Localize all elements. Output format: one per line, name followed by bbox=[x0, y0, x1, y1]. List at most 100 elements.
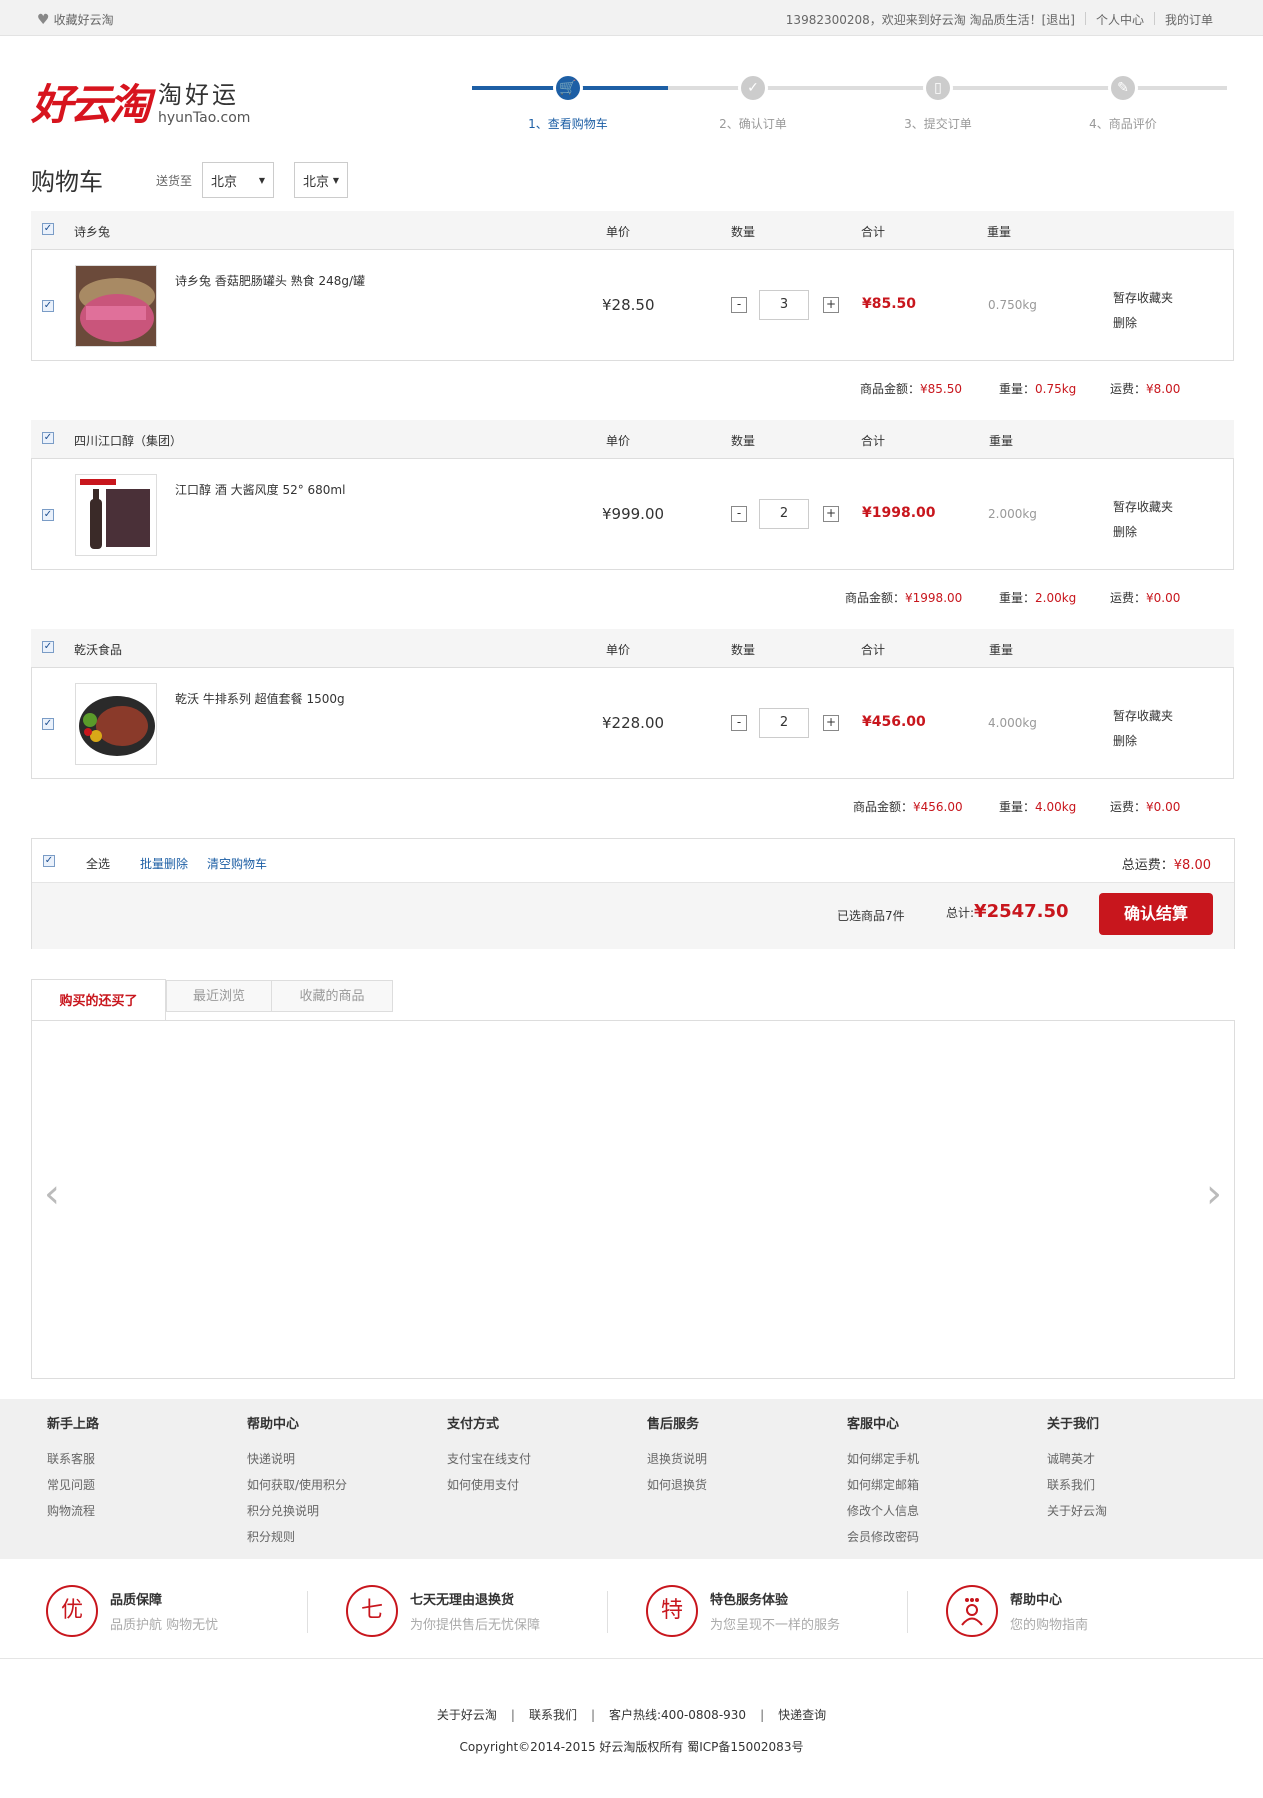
increment-button[interactable]: + bbox=[823, 715, 839, 731]
favorite-link[interactable]: ♥ 收藏好云淘 bbox=[37, 11, 114, 28]
shop-checkbox[interactable]: ✓ bbox=[42, 641, 54, 653]
orders-link[interactable]: 我的订单 bbox=[1155, 11, 1223, 28]
footer-link[interactable]: 快递查询 bbox=[778, 1708, 826, 1722]
help-link[interactable]: 快递说明 bbox=[247, 1446, 347, 1472]
help-column: 帮助中心 快递说明 如何获取/使用积分 积分兑换说明 积分规则 bbox=[247, 1413, 347, 1550]
decrement-button[interactable]: - bbox=[731, 506, 747, 522]
item-checkbox[interactable]: ✓ bbox=[42, 300, 54, 312]
footer-link[interactable]: 关于好云淘 bbox=[437, 1708, 497, 1722]
promise-sub: 品质护航 购物无忧 bbox=[110, 1618, 219, 1633]
cart-item: ✓ 乾沃 牛排系列 超值套餐 1500g ¥228.00 - 2 + ¥456.… bbox=[31, 667, 1234, 779]
save-to-favorites-link[interactable]: 暂存收藏夹 bbox=[1113, 704, 1173, 729]
help-column: 售后服务 退换货说明 如何退换货 bbox=[647, 1413, 707, 1498]
quality-icon: 优 bbox=[46, 1585, 98, 1637]
clear-cart-link[interactable]: 清空购物车 bbox=[207, 855, 267, 872]
help-link[interactable]: 退换货说明 bbox=[647, 1446, 707, 1472]
col-qty: 数量 bbox=[731, 225, 756, 239]
help-link[interactable]: 如何退换货 bbox=[647, 1472, 707, 1498]
ship-to: 送货至 北京 ▼ 北京 ▼ bbox=[156, 162, 368, 198]
save-to-favorites-link[interactable]: 暂存收藏夹 bbox=[1113, 495, 1173, 520]
help-link[interactable]: 如何获取/使用积分 bbox=[247, 1472, 347, 1498]
select-all-checkbox[interactable]: ✓ bbox=[43, 855, 55, 867]
help-link[interactable]: 如何使用支付 bbox=[447, 1472, 531, 1498]
shop-checkbox[interactable]: ✓ bbox=[42, 432, 54, 444]
help-link[interactable]: 支付宝在线支付 bbox=[447, 1446, 531, 1472]
total-label: 总计: bbox=[946, 906, 975, 920]
shop-checkbox[interactable]: ✓ bbox=[42, 223, 54, 235]
shop-name[interactable]: 诗乡兔 bbox=[74, 223, 110, 240]
help-link[interactable]: 积分兑换说明 bbox=[247, 1498, 347, 1524]
recommend-panel: ‹ › bbox=[31, 1020, 1235, 1379]
increment-button[interactable]: + bbox=[823, 506, 839, 522]
decrement-button[interactable]: - bbox=[731, 715, 747, 731]
select-all-label[interactable]: 全选 bbox=[86, 855, 110, 872]
increment-button[interactable]: + bbox=[823, 297, 839, 313]
item-subtotal: ¥1998.00 bbox=[862, 505, 936, 521]
help-link[interactable]: 如何绑定手机 bbox=[847, 1446, 919, 1472]
quantity-input[interactable]: 3 bbox=[759, 290, 809, 320]
col-price: 单价 bbox=[606, 434, 631, 448]
save-to-favorites-link[interactable]: 暂存收藏夹 bbox=[1113, 286, 1173, 311]
item-checkbox[interactable]: ✓ bbox=[42, 718, 54, 730]
product-name[interactable]: 江口醇 酒 大酱风度 52° 680ml bbox=[175, 481, 345, 498]
delete-link[interactable]: 删除 bbox=[1113, 520, 1173, 545]
help-title: 售后服务 bbox=[647, 1417, 700, 1432]
shipping-label: 运费： bbox=[1110, 591, 1147, 605]
help-title: 支付方式 bbox=[447, 1417, 500, 1432]
city-select[interactable]: 北京 ▼ bbox=[294, 162, 349, 198]
seven-day-icon: 七 bbox=[346, 1585, 398, 1637]
tab-favorites[interactable]: 收藏的商品 bbox=[271, 980, 393, 1012]
divider bbox=[607, 1591, 608, 1633]
province-select[interactable]: 北京 ▼ bbox=[202, 162, 275, 198]
help-link[interactable]: 修改个人信息 bbox=[847, 1498, 919, 1524]
checkout-button[interactable]: 确认结算 bbox=[1099, 893, 1213, 935]
shop-header: ✓ 四川江口醇（集团） 单价 数量 合计 重量 bbox=[31, 420, 1234, 458]
checkout-row: 已选商品7件 总计:¥2547.50 确认结算 bbox=[32, 883, 1234, 949]
quantity-input[interactable]: 2 bbox=[759, 708, 809, 738]
mouse-icon: ▯ bbox=[923, 73, 953, 103]
product-image[interactable] bbox=[75, 265, 157, 347]
item-checkbox[interactable]: ✓ bbox=[42, 509, 54, 521]
cart-footer: ✓ 全选 批量删除 清空购物车 总运费：¥8.00 已选商品7件 总计:¥254… bbox=[31, 838, 1235, 949]
product-name[interactable]: 乾沃 牛排系列 超值套餐 1500g bbox=[175, 690, 345, 707]
col-weight: 重量 bbox=[989, 434, 1014, 448]
col-weight: 重量 bbox=[989, 643, 1014, 657]
product-name[interactable]: 诗乡兔 香菇肥肠罐头 熟食 248g/罐 bbox=[175, 272, 365, 289]
promise-item: 特 特色服务体验 为您呈现不一样的服务 bbox=[646, 1585, 840, 1637]
product-image[interactable] bbox=[75, 683, 157, 765]
page-title: 购物车 bbox=[31, 168, 103, 196]
item-subtotal: ¥85.50 bbox=[862, 296, 917, 312]
decrement-button[interactable]: - bbox=[731, 297, 747, 313]
help-link[interactable]: 联系客服 bbox=[47, 1446, 99, 1472]
step-view-cart: 🛒 1、查看购物车 bbox=[498, 72, 638, 132]
special-icon: 特 bbox=[646, 1585, 698, 1637]
site-logo[interactable]: 好云淘 淘好运 hyunTao.com bbox=[31, 80, 250, 130]
col-total: 合计 bbox=[861, 434, 886, 448]
chevron-left-icon[interactable]: ‹ bbox=[44, 1171, 60, 1217]
footer-link[interactable]: 客户热线:400-0808-930 bbox=[609, 1708, 746, 1722]
batch-delete-link[interactable]: 批量删除 bbox=[140, 855, 188, 872]
tab-also-bought[interactable]: 购买的还买了 bbox=[31, 979, 166, 1022]
quantity-input[interactable]: 2 bbox=[759, 499, 809, 529]
shipping-value: ¥8.00 bbox=[1146, 382, 1181, 396]
shop-name[interactable]: 四川江口醇（集团） bbox=[74, 432, 182, 449]
delete-link[interactable]: 删除 bbox=[1113, 729, 1173, 754]
help-link[interactable]: 关于好云淘 bbox=[1047, 1498, 1107, 1524]
help-link[interactable]: 购物流程 bbox=[47, 1498, 99, 1524]
help-link[interactable]: 如何绑定邮箱 bbox=[847, 1472, 919, 1498]
account-link[interactable]: 个人中心 bbox=[1086, 11, 1154, 28]
help-link[interactable]: 常见问题 bbox=[47, 1472, 99, 1498]
chevron-right-icon[interactable]: › bbox=[1206, 1171, 1222, 1217]
footer-link[interactable]: 联系我们 bbox=[529, 1708, 577, 1722]
help-link[interactable]: 联系我们 bbox=[1047, 1472, 1107, 1498]
item-weight: 0.750kg bbox=[988, 298, 1037, 312]
tab-recently-viewed[interactable]: 最近浏览 bbox=[166, 980, 272, 1012]
delete-link[interactable]: 删除 bbox=[1113, 311, 1173, 336]
help-link[interactable]: 会员修改密码 bbox=[847, 1524, 919, 1550]
welcome-text[interactable]: 13982300208，欢迎来到好云淘 淘品质生活！[退出] bbox=[776, 11, 1085, 28]
help-link[interactable]: 诚聘英才 bbox=[1047, 1446, 1107, 1472]
weight-label: 重量： bbox=[999, 800, 1036, 814]
help-link[interactable]: 积分规则 bbox=[247, 1524, 347, 1550]
product-image[interactable] bbox=[75, 474, 157, 556]
shop-name[interactable]: 乾沃食品 bbox=[74, 641, 122, 658]
